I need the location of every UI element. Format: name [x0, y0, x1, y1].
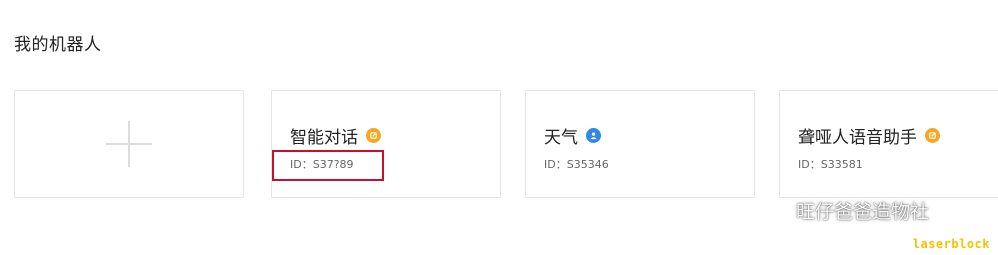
id-highlight-box [272, 150, 384, 181]
plus-icon[interactable] [106, 121, 152, 167]
user-badge-icon [586, 128, 601, 143]
robot-card-smart-chat[interactable]: 智能对话 ID：S37?89 [271, 90, 501, 198]
wechat-icon [759, 199, 787, 220]
robot-name[interactable]: 天气 [544, 123, 578, 148]
watermark-text: 旺仔爸爸造物社 [796, 201, 930, 223]
page-title: 我的机器人 [14, 35, 102, 55]
watermark: 旺仔爸爸造物社 [758, 197, 929, 224]
robot-card-voice-assistant[interactable]: 聋哑人语音助手 ID：S33581 [779, 90, 998, 198]
robot-name[interactable]: 智能对话 [290, 123, 358, 148]
brand-mark: laserblock [912, 237, 990, 251]
edit-badge-icon [366, 128, 381, 143]
robot-id: ID：S35346 [544, 158, 609, 171]
edit-badge-icon [925, 128, 940, 143]
robot-name[interactable]: 聋哑人语音助手 [798, 123, 917, 148]
add-robot-card[interactable] [14, 90, 244, 198]
robot-id: ID：S33581 [798, 158, 863, 171]
robot-card-weather[interactable]: 天气 ID：S35346 [525, 90, 755, 198]
